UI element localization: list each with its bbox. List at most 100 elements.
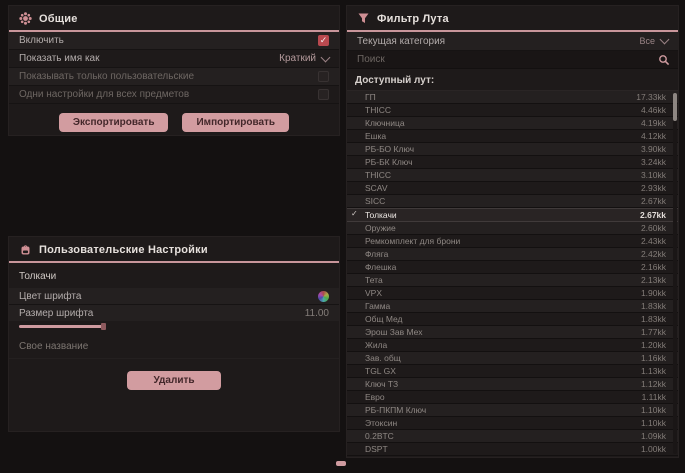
loot-row[interactable]: Гамма 1.83kk xyxy=(347,300,678,313)
custom-settings-panel: Пользовательские Настройки Толкачи Цвет … xyxy=(8,236,340,432)
font-size-slider[interactable] xyxy=(19,323,329,329)
font-size-label: Размер шрифта xyxy=(19,308,93,319)
enable-label: Включить xyxy=(19,35,64,46)
only-custom-label: Показывать только пользовательские xyxy=(19,71,194,82)
loot-row[interactable]: Этоксин 1.10kk xyxy=(347,417,678,430)
loot-row[interactable]: РБ-ПКПМ Ключ 1.10kk xyxy=(347,404,678,417)
loot-row[interactable]: Эрош Зав Мех1.77kk xyxy=(347,326,678,339)
loot-row[interactable]: 0.2BTC1.09kk xyxy=(347,430,678,443)
loot-item-name: Оружие xyxy=(365,223,396,233)
slider-thumb[interactable] xyxy=(101,323,106,330)
color-picker-icon[interactable] xyxy=(318,291,329,302)
loot-row[interactable]: Жила 1.20kk xyxy=(347,339,678,352)
category-dropdown[interactable]: Все xyxy=(639,36,668,46)
loot-row[interactable]: Зав. общ 1.16kk xyxy=(347,352,678,365)
same-settings-checkbox[interactable] xyxy=(318,89,329,100)
search-row xyxy=(347,51,678,69)
font-color-label: Цвет шрифта xyxy=(19,291,81,302)
loot-item-name: Гамма xyxy=(365,301,390,311)
loot-filter-header: Фильтр Лута xyxy=(347,6,678,32)
delete-button[interactable]: Удалить xyxy=(127,371,220,390)
category-label: Текущая категория xyxy=(357,36,445,47)
loot-item-value: 1.20kk xyxy=(641,340,666,350)
loot-item-name: Эрош Зав Мех xyxy=(365,327,422,337)
loot-item-value: 2.43kk xyxy=(641,236,666,246)
loot-row[interactable]: РБ-БК Ключ3.24kk xyxy=(347,156,678,169)
loot-item-name: Ключ ТЗ xyxy=(365,379,398,389)
loot-item-name: Ешка xyxy=(365,131,386,141)
backpack-icon xyxy=(19,243,32,256)
loot-item-value: 1.09kk xyxy=(641,431,666,441)
loot-item-value: 2.93kk xyxy=(641,183,666,193)
loot-item-name: Тета xyxy=(365,275,383,285)
only-custom-checkbox[interactable] xyxy=(318,71,329,82)
loot-item-name: Ключница xyxy=(365,118,405,128)
scrollbar-thumb[interactable] xyxy=(673,93,677,121)
category-value: Все xyxy=(639,36,655,46)
loot-row[interactable]: РБ-БО Ключ3.90kk xyxy=(347,143,678,156)
show-name-dropdown[interactable]: Краткий xyxy=(279,53,329,64)
loot-row[interactable]: THICC4.46kk xyxy=(347,104,678,117)
loot-item-value: 1.83kk xyxy=(641,301,666,311)
loot-item-value: 2.16kk xyxy=(641,262,666,272)
loot-row[interactable]: Евро1.11kk xyxy=(347,391,678,404)
loot-item-name: Жила xyxy=(365,340,387,350)
loot-item-name: Флешка xyxy=(365,262,396,272)
loot-item-name: TGL GX xyxy=(365,366,396,376)
loot-item-value: 1.10kk xyxy=(641,405,666,415)
loot-item-value: 2.13kk xyxy=(641,275,666,285)
only-custom-row: Показывать только пользовательские xyxy=(9,68,339,86)
enable-checkbox[interactable]: ✓ xyxy=(318,35,329,46)
loot-row[interactable]: Ключница4.19kk xyxy=(347,117,678,130)
general-panel-header: Общие xyxy=(9,6,339,32)
loot-row[interactable]: Ремкомплект для брони2.43kk xyxy=(347,235,678,248)
show-name-label: Показать имя как xyxy=(19,53,99,64)
loot-row[interactable]: SICC2.67kk xyxy=(347,195,678,208)
chevron-down-icon xyxy=(660,35,670,45)
custom-name-input[interactable] xyxy=(9,335,339,359)
loot-row[interactable]: SCAV2.93kk xyxy=(347,182,678,195)
loot-row[interactable]: Оружие2.60kk xyxy=(347,222,678,235)
loot-item-name: Толкачи xyxy=(365,210,397,220)
loot-item-value: 1.13kk xyxy=(641,366,666,376)
search-icon[interactable] xyxy=(658,54,670,66)
loot-row[interactable]: Флешка 2.16kk xyxy=(347,261,678,274)
loot-item-name: РБ-ПКПМ Ключ xyxy=(365,405,426,415)
loot-row[interactable]: Ешка 4.12kk xyxy=(347,130,678,143)
custom-settings-title: Пользовательские Настройки xyxy=(39,244,208,256)
loot-row[interactable]: ✓Толкачи2.67kk xyxy=(347,208,678,222)
scroll-indicator[interactable] xyxy=(336,461,346,466)
loot-item-value: 4.12kk xyxy=(641,131,666,141)
loot-item-value: 1.10kk xyxy=(641,418,666,428)
loot-row[interactable]: Ключ ТЗ1.12kk xyxy=(347,378,678,391)
loot-item-value: 1.90kk xyxy=(641,288,666,298)
same-settings-label: Одни настройки для всех предметов xyxy=(19,89,189,100)
gear-icon xyxy=(19,12,32,25)
slider-fill xyxy=(19,325,104,328)
loot-item-name: Фляга xyxy=(365,249,388,259)
loot-item-name: DSPT xyxy=(365,444,388,454)
loot-row[interactable]: DSPT1.00kk xyxy=(347,443,678,456)
loot-row[interactable]: Общ Мед1.83kk xyxy=(347,313,678,326)
loot-row[interactable]: VPX1.90kk xyxy=(347,287,678,300)
loot-row[interactable]: Тета 2.13kk xyxy=(347,274,678,287)
loot-row[interactable]: THICC3.10kk xyxy=(347,169,678,182)
loot-item-name: THICC xyxy=(365,170,391,180)
general-panel-title: Общие xyxy=(39,13,78,25)
loot-list-scrollbar[interactable] xyxy=(673,93,677,454)
show-name-row: Показать имя как Краткий xyxy=(9,50,339,68)
chevron-down-icon xyxy=(321,52,331,62)
loot-item-name: Этоксин xyxy=(365,418,397,428)
export-button[interactable]: Экспортировать xyxy=(59,113,169,132)
loot-item-value: 1.83kk xyxy=(641,314,666,324)
search-input[interactable] xyxy=(355,53,658,66)
loot-row[interactable]: Фляга2.42kk xyxy=(347,248,678,261)
loot-item-value: 1.16kk xyxy=(641,353,666,363)
loot-item-value: 1.11kk xyxy=(642,392,666,402)
general-panel: Общие Включить ✓ Показать имя как Кратки… xyxy=(8,5,340,136)
loot-row[interactable]: TGL GX 1.13kk xyxy=(347,365,678,378)
loot-row[interactable]: ГП17.33kk xyxy=(347,91,678,104)
import-button[interactable]: Импортировать xyxy=(182,113,289,132)
loot-item-name: Зав. общ xyxy=(365,353,401,363)
loot-item-name: SICC xyxy=(365,196,385,206)
